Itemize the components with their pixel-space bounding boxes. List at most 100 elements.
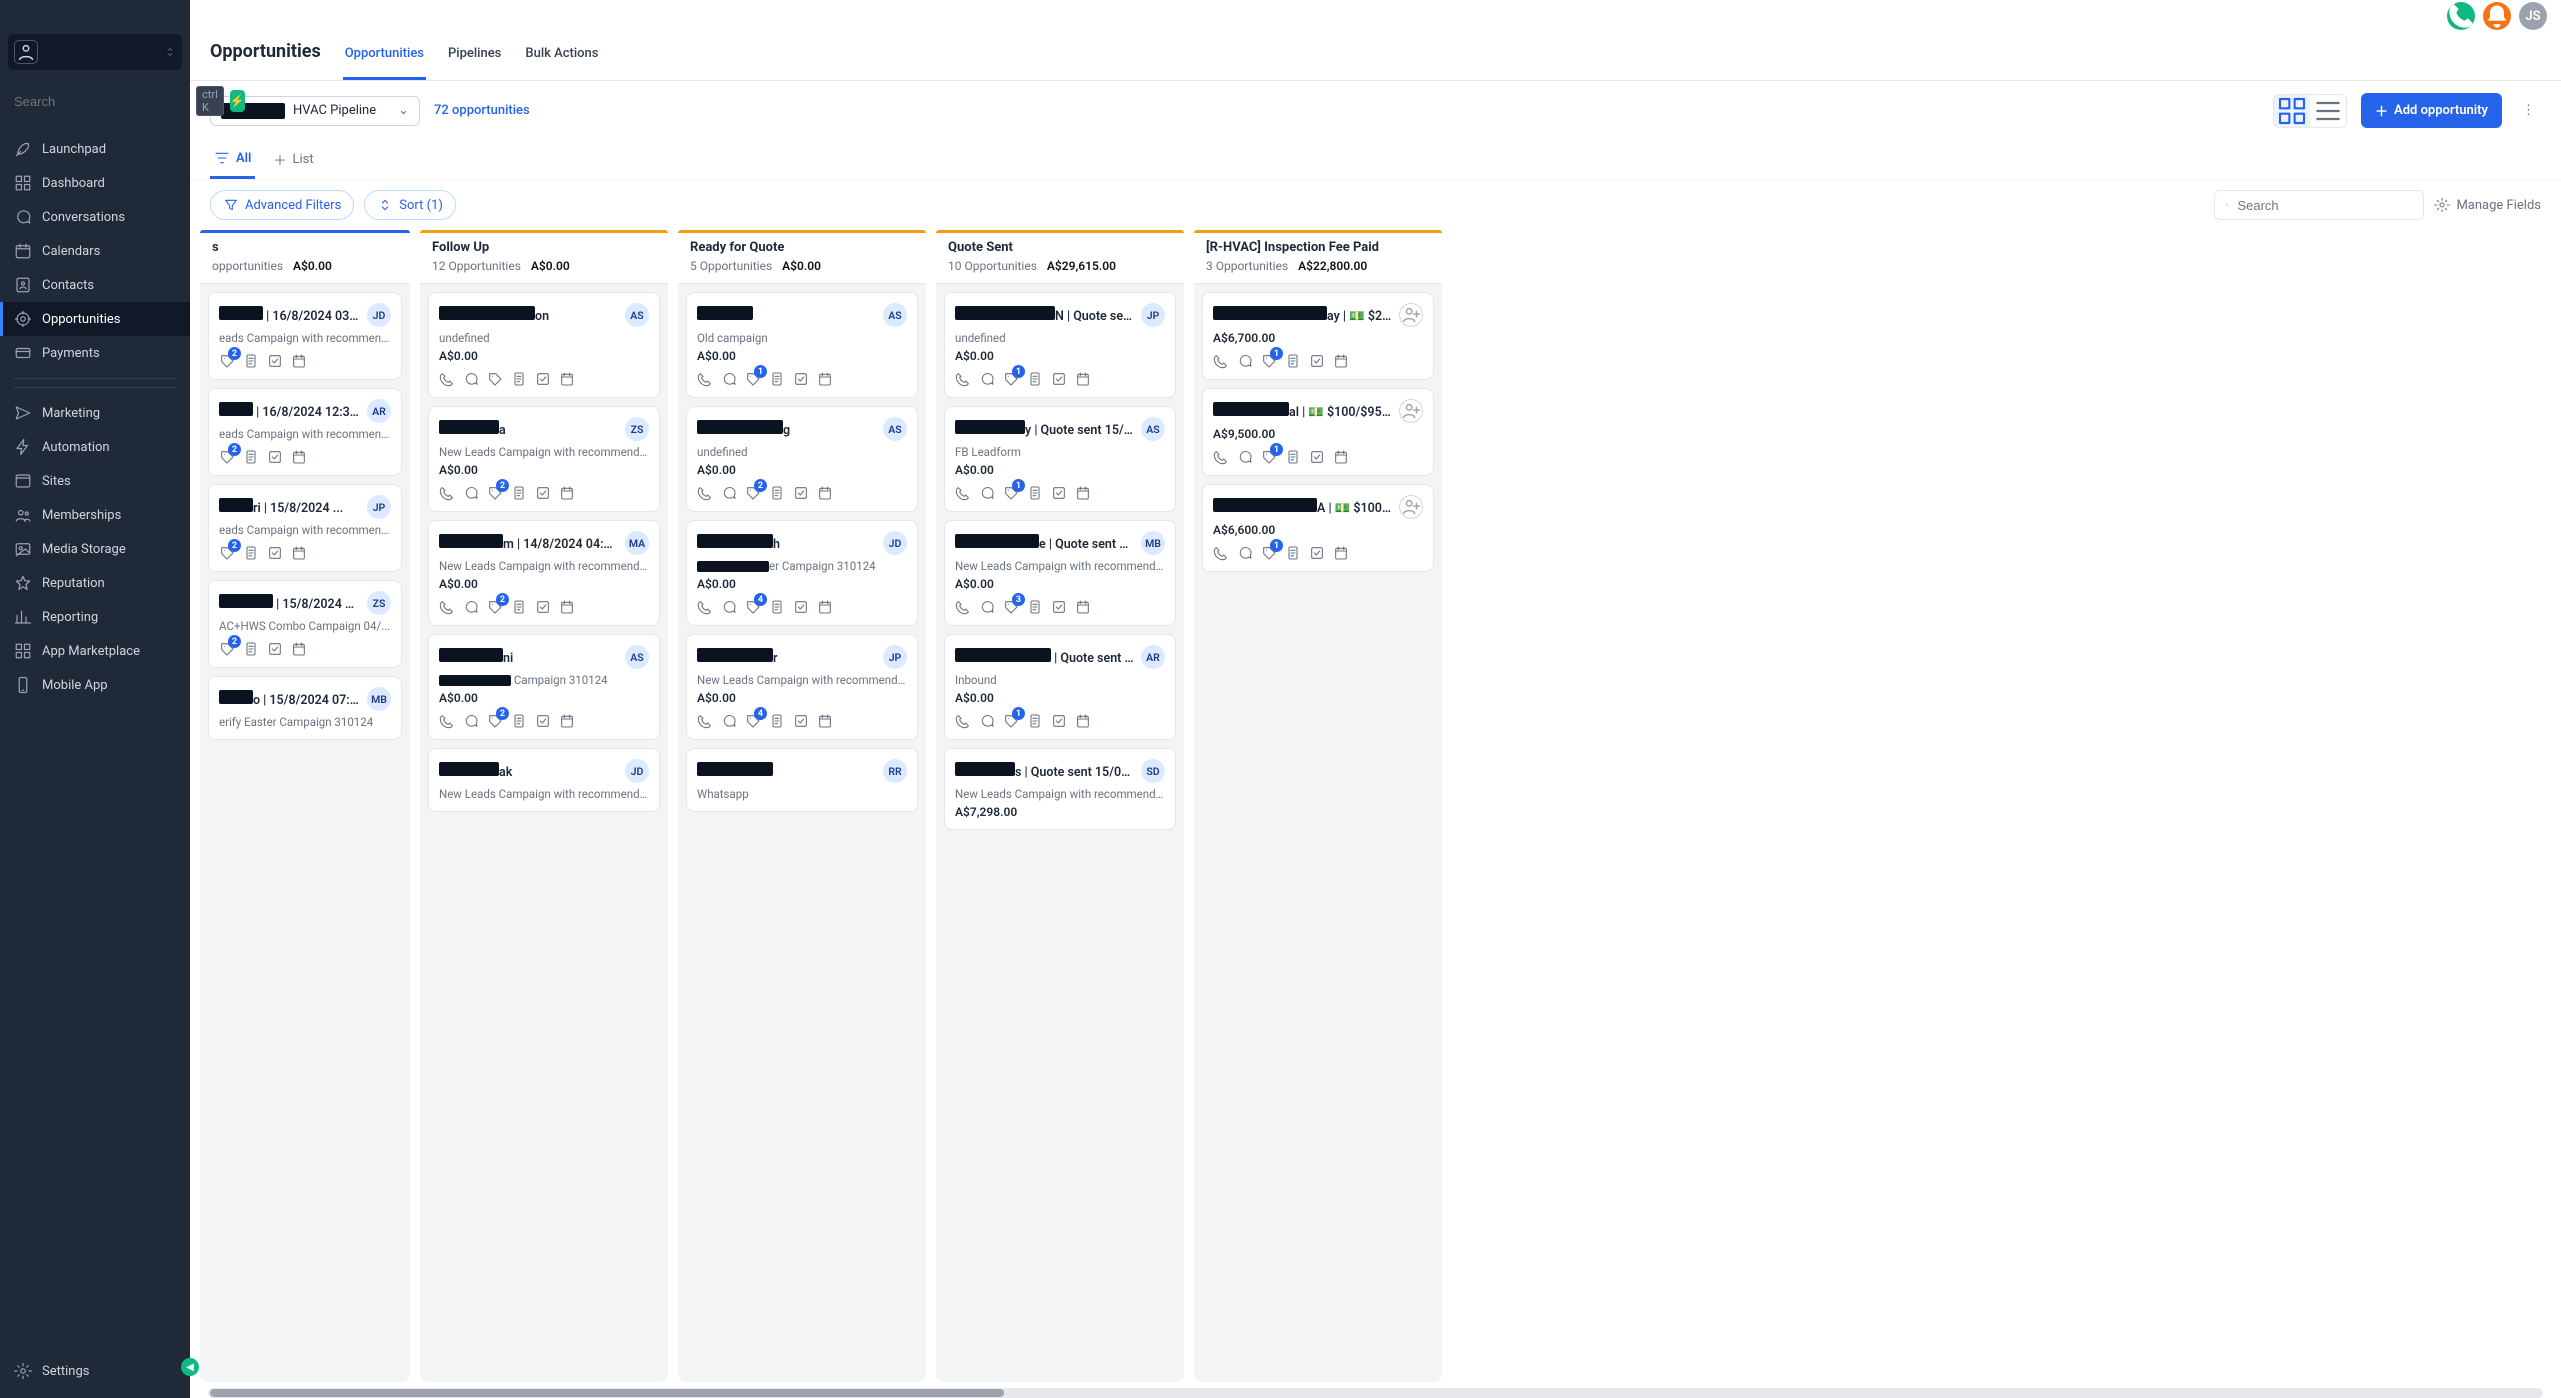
phone-icon[interactable] xyxy=(697,713,713,729)
assignee-avatar[interactable] xyxy=(1399,303,1423,327)
column-body[interactable]: AS Old campaign A$0.00 1 g AS undefined … xyxy=(678,284,926,1382)
note-icon[interactable] xyxy=(769,485,785,501)
task-icon[interactable] xyxy=(267,449,283,465)
tag-icon[interactable]: 4 xyxy=(745,599,761,615)
opportunity-card[interactable]: al | 💵 $100/$9500 A$9,500.00 1 xyxy=(1202,388,1434,476)
column-body[interactable]: N | Quote sent... JP undefined A$0.00 1 … xyxy=(936,284,1184,1382)
task-icon[interactable] xyxy=(1051,485,1067,501)
assignee-avatar[interactable]: AR xyxy=(367,399,391,423)
calendar-icon[interactable] xyxy=(1075,485,1091,501)
assignee-avatar[interactable]: JP xyxy=(883,645,907,669)
note-icon[interactable] xyxy=(243,545,259,561)
opportunity-card[interactable]: e | Quote sent 15/... MB New Leads Campa… xyxy=(944,520,1176,626)
tag-icon[interactable]: 1 xyxy=(745,371,761,387)
sidebar-search[interactable]: ctrl K ⚡ xyxy=(0,80,190,122)
phone-icon[interactable] xyxy=(697,485,713,501)
nav-reputation[interactable]: Reputation xyxy=(0,566,190,600)
nav-app-marketplace[interactable]: App Marketplace xyxy=(0,634,190,668)
note-icon[interactable] xyxy=(511,485,527,501)
nav-reporting[interactable]: Reporting xyxy=(0,600,190,634)
opportunity-card[interactable]: s | Quote sent 15/08/2... SD New Leads C… xyxy=(944,748,1176,830)
phone-icon[interactable] xyxy=(955,371,971,387)
task-icon[interactable] xyxy=(1051,371,1067,387)
assignee-avatar[interactable]: JD xyxy=(367,303,391,327)
assignee-avatar[interactable]: AS xyxy=(883,417,907,441)
note-icon[interactable] xyxy=(243,449,259,465)
chat-icon[interactable] xyxy=(463,599,479,615)
nav-sites[interactable]: Sites xyxy=(0,464,190,498)
tag-icon[interactable]: 2 xyxy=(219,641,235,657)
column-body[interactable]: | 16/8/2024 03:06 ... JD eads Campaign w… xyxy=(200,284,410,1382)
task-icon[interactable] xyxy=(793,713,809,729)
column-header[interactable]: Ready for Quote 5 OpportunitiesA$0.00 xyxy=(678,230,926,284)
opportunity-card[interactable]: AS Old campaign A$0.00 1 xyxy=(686,292,918,398)
opportunity-card[interactable]: RR Whatsapp xyxy=(686,748,918,812)
opportunity-card[interactable]: m | 14/8/2024 04:26... MA New Leads Camp… xyxy=(428,520,660,626)
board-scroll[interactable]: s opportunitiesA$0.00 | 16/8/2024 03:06 … xyxy=(190,230,2561,1388)
assignee-avatar[interactable]: AS xyxy=(883,303,907,327)
subtab-add-list[interactable]: ＋ List xyxy=(269,140,317,179)
tab-opportunities[interactable]: Opportunities xyxy=(343,36,426,80)
task-icon[interactable] xyxy=(1051,713,1067,729)
task-icon[interactable] xyxy=(535,713,551,729)
horizontal-scrollbar[interactable] xyxy=(208,1388,2543,1398)
note-icon[interactable] xyxy=(511,371,527,387)
phone-icon[interactable] xyxy=(439,599,455,615)
calendar-icon[interactable] xyxy=(559,371,575,387)
assignee-avatar[interactable]: MB xyxy=(367,687,391,711)
task-icon[interactable] xyxy=(1309,353,1325,369)
tab-bulk-actions[interactable]: Bulk Actions xyxy=(523,36,600,80)
note-icon[interactable] xyxy=(769,713,785,729)
opportunity-card[interactable]: g AS undefined A$0.00 2 xyxy=(686,406,918,512)
opportunity-card[interactable]: a ZS New Leads Campaign with recommende.… xyxy=(428,406,660,512)
column-header[interactable]: s opportunitiesA$0.00 xyxy=(200,230,410,284)
nav-calendars[interactable]: Calendars xyxy=(0,234,190,268)
assignee-avatar[interactable]: ZS xyxy=(625,417,649,441)
opportunity-card[interactable]: o | 15/8/2024 07:31 ... MB erify Easter … xyxy=(208,676,402,740)
task-icon[interactable] xyxy=(267,353,283,369)
assignee-avatar[interactable]: AS xyxy=(625,303,649,327)
tag-icon[interactable]: 1 xyxy=(1261,449,1277,465)
task-icon[interactable] xyxy=(793,599,809,615)
assignee-avatar[interactable]: AR xyxy=(1141,645,1165,669)
view-list-button[interactable] xyxy=(2310,95,2346,127)
tag-icon[interactable]: 1 xyxy=(1003,371,1019,387)
nav-payments[interactable]: Payments xyxy=(0,336,190,370)
column-body[interactable]: on AS undefined A$0.00 a ZS New Leads Ca… xyxy=(420,284,668,1382)
note-icon[interactable] xyxy=(1285,353,1301,369)
tag-icon[interactable]: 2 xyxy=(487,485,503,501)
calendar-icon[interactable] xyxy=(559,485,575,501)
nav-marketing[interactable]: Marketing xyxy=(0,396,190,430)
chat-icon[interactable] xyxy=(979,371,995,387)
column-body[interactable]: ay | 💵 $20... A$6,700.00 1 al | 💵 $100/$… xyxy=(1194,284,1442,1382)
nav-mobile-app[interactable]: Mobile App xyxy=(0,668,190,702)
chat-icon[interactable] xyxy=(721,371,737,387)
tag-icon[interactable] xyxy=(487,371,503,387)
subtab-all[interactable]: All xyxy=(210,140,255,179)
phone-icon[interactable] xyxy=(439,485,455,501)
column-header[interactable]: [R-HVAC] Inspection Fee Paid 3 Opportuni… xyxy=(1194,230,1442,284)
task-icon[interactable] xyxy=(535,371,551,387)
calendar-icon[interactable] xyxy=(291,641,307,657)
assignee-avatar[interactable]: MA xyxy=(625,531,649,555)
phone-icon[interactable] xyxy=(955,599,971,615)
assignee-avatar[interactable] xyxy=(1399,399,1423,423)
note-icon[interactable] xyxy=(243,641,259,657)
phone-icon[interactable] xyxy=(955,485,971,501)
assignee-avatar[interactable]: JD xyxy=(883,531,907,555)
phone-icon[interactable] xyxy=(439,713,455,729)
tag-icon[interactable]: 2 xyxy=(487,599,503,615)
tag-icon[interactable]: 2 xyxy=(219,449,235,465)
notifications-icon[interactable] xyxy=(2483,2,2511,30)
opportunity-card[interactable]: A | 💵 $100/$... A$6,600.00 1 xyxy=(1202,484,1434,572)
nav-media-storage[interactable]: Media Storage xyxy=(0,532,190,566)
chat-icon[interactable] xyxy=(721,599,737,615)
manage-fields-button[interactable]: Manage Fields xyxy=(2434,197,2541,213)
tag-icon[interactable]: 1 xyxy=(1003,485,1019,501)
chat-icon[interactable] xyxy=(1237,449,1253,465)
opportunity-card[interactable]: h JD er Campaign 310124 A$0.00 4 xyxy=(686,520,918,626)
calendar-icon[interactable] xyxy=(559,713,575,729)
assignee-avatar[interactable]: SD xyxy=(1141,759,1165,783)
task-icon[interactable] xyxy=(267,641,283,657)
tag-icon[interactable]: 1 xyxy=(1261,353,1277,369)
